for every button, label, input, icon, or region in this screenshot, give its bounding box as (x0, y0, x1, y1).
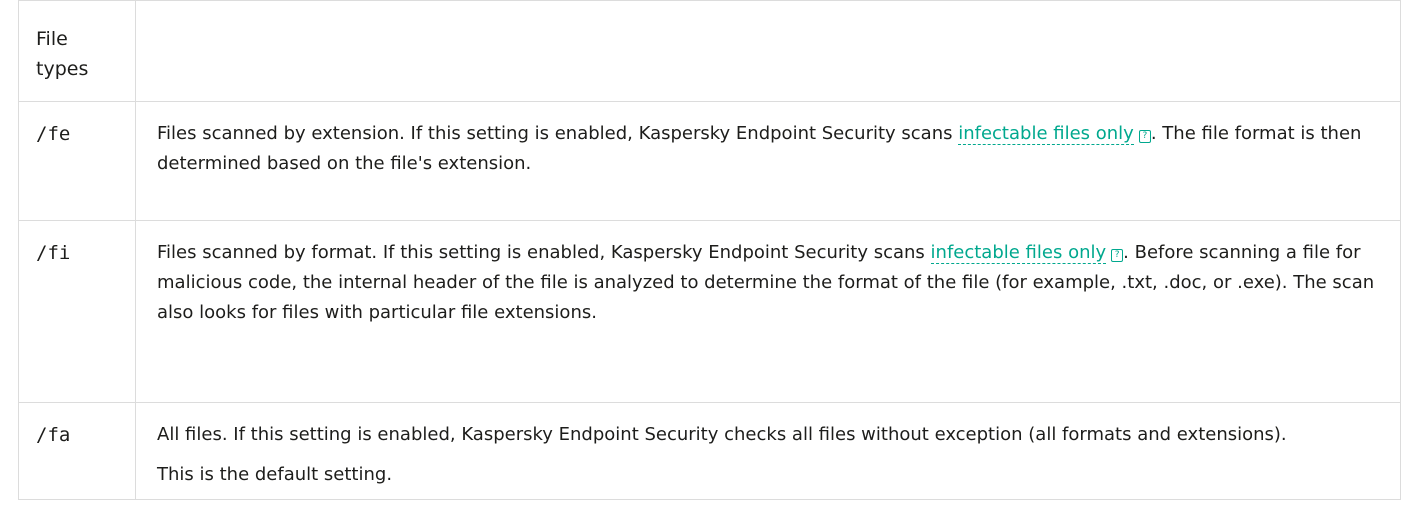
header-file-types: File types (18, 0, 136, 102)
table-row: /fi Files scanned by format. If this set… (18, 220, 1401, 403)
infectable-files-link[interactable]: infectable files only (958, 123, 1134, 145)
option-description-fa: All files. If this setting is enabled, K… (135, 402, 1401, 500)
option-key-fi: /fi (18, 220, 136, 403)
header-description (135, 0, 1401, 102)
description-text: Files scanned by extension. If this sett… (157, 123, 959, 144)
option-key-fe: /fe (18, 101, 136, 221)
option-description-fi: Files scanned by format. If this setting… (135, 220, 1401, 403)
glossary-help-icon[interactable]: ? (1138, 130, 1151, 143)
infectable-files-link[interactable]: infectable files only (930, 242, 1107, 264)
option-key-fa: /fa (18, 402, 136, 500)
description-paragraph: All files. If this setting is enabled, K… (157, 424, 1287, 445)
default-setting-note: This is the default setting. (157, 464, 393, 485)
table-row: /fe Files scanned by extension. If this … (18, 101, 1401, 221)
table-row: /fa All files. If this setting is enable… (18, 402, 1401, 500)
glossary-help-icon[interactable]: ? (1111, 249, 1124, 262)
option-description-fe: Files scanned by extension. If this sett… (135, 101, 1401, 221)
description-text: Files scanned by format. If this setting… (157, 242, 931, 263)
file-types-table: File types /fe Files scanned by extensio… (18, 0, 1401, 500)
table-header-row: File types (18, 0, 1401, 102)
